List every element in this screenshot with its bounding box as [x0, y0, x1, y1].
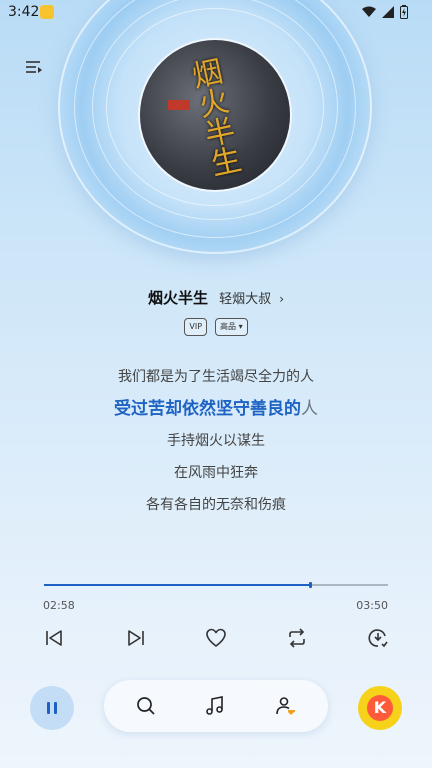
progress-fill [44, 584, 311, 586]
app-notification-icon [40, 5, 54, 19]
signal-icon [382, 6, 394, 18]
lyric-active-rest: 人 [301, 399, 318, 419]
playlist-icon [26, 61, 42, 73]
nav-pill [104, 680, 328, 732]
download-button[interactable] [366, 626, 390, 650]
song-title: 烟火半生 [147, 289, 208, 307]
bottom-bar: K [0, 680, 432, 736]
progress-handle[interactable] [309, 582, 313, 588]
progress-bar[interactable] [44, 582, 388, 588]
k-song-icon: K [367, 695, 393, 721]
quality-selector[interactable]: 高品 ▾ [215, 318, 248, 336]
battery-icon [400, 5, 408, 19]
next-button[interactable] [124, 626, 148, 650]
lyrics-panel[interactable]: 我们都是为了生活竭尽全力的人 受过苦却依然坚守善良的人 手持烟火以谋生 在风雨中… [0, 366, 432, 526]
pause-button[interactable] [30, 686, 74, 730]
wifi-icon [362, 6, 376, 17]
total-time: 03:50 [356, 599, 388, 612]
album-cover[interactable]: 烟火半生 [140, 40, 290, 190]
lyric-line-active: 受过苦却依然坚守善良的人 [0, 398, 432, 430]
playlist-button[interactable] [24, 58, 44, 78]
quality-badges: VIP 高品 ▾ [0, 318, 432, 336]
lyric-active-sung: 受过苦却依然坚守善良的 [114, 399, 301, 419]
artist-link[interactable]: 轻烟大叔 [219, 292, 271, 307]
lyric-line-next: 各有各自的无奈和伤痕 [146, 497, 286, 513]
like-button[interactable] [204, 626, 228, 650]
heart-icon [206, 628, 226, 647]
profile-button[interactable] [274, 694, 298, 718]
status-icons [362, 5, 408, 19]
music-button[interactable] [203, 694, 227, 718]
status-time: 3:42 [8, 4, 40, 20]
previous-icon [46, 630, 62, 646]
current-time: 02:58 [43, 599, 75, 612]
profile-icon [276, 697, 295, 715]
k-song-button[interactable]: K [358, 686, 402, 730]
album-art-sign [168, 100, 190, 110]
repeat-icon [289, 628, 305, 648]
playback-controls [0, 626, 432, 650]
music-note-icon [206, 696, 223, 715]
chevron-right-icon[interactable]: › [279, 292, 284, 306]
download-icon [368, 629, 388, 648]
lyric-line-prev: 我们都是为了生活竭尽全力的人 [118, 369, 314, 385]
search-icon [137, 697, 155, 715]
next-icon [128, 630, 144, 646]
song-info: 烟火半生 轻烟大叔 › [0, 287, 432, 308]
vip-badge: VIP [184, 318, 208, 336]
pause-icon [47, 702, 57, 714]
lyric-line-next: 手持烟火以谋生 [167, 433, 265, 449]
search-button[interactable] [134, 694, 158, 718]
lyric-line-next: 在风雨中狂奔 [174, 465, 258, 481]
album-art-title: 烟火半生 [189, 54, 245, 183]
previous-button[interactable] [42, 626, 66, 650]
repeat-button[interactable] [285, 626, 309, 650]
